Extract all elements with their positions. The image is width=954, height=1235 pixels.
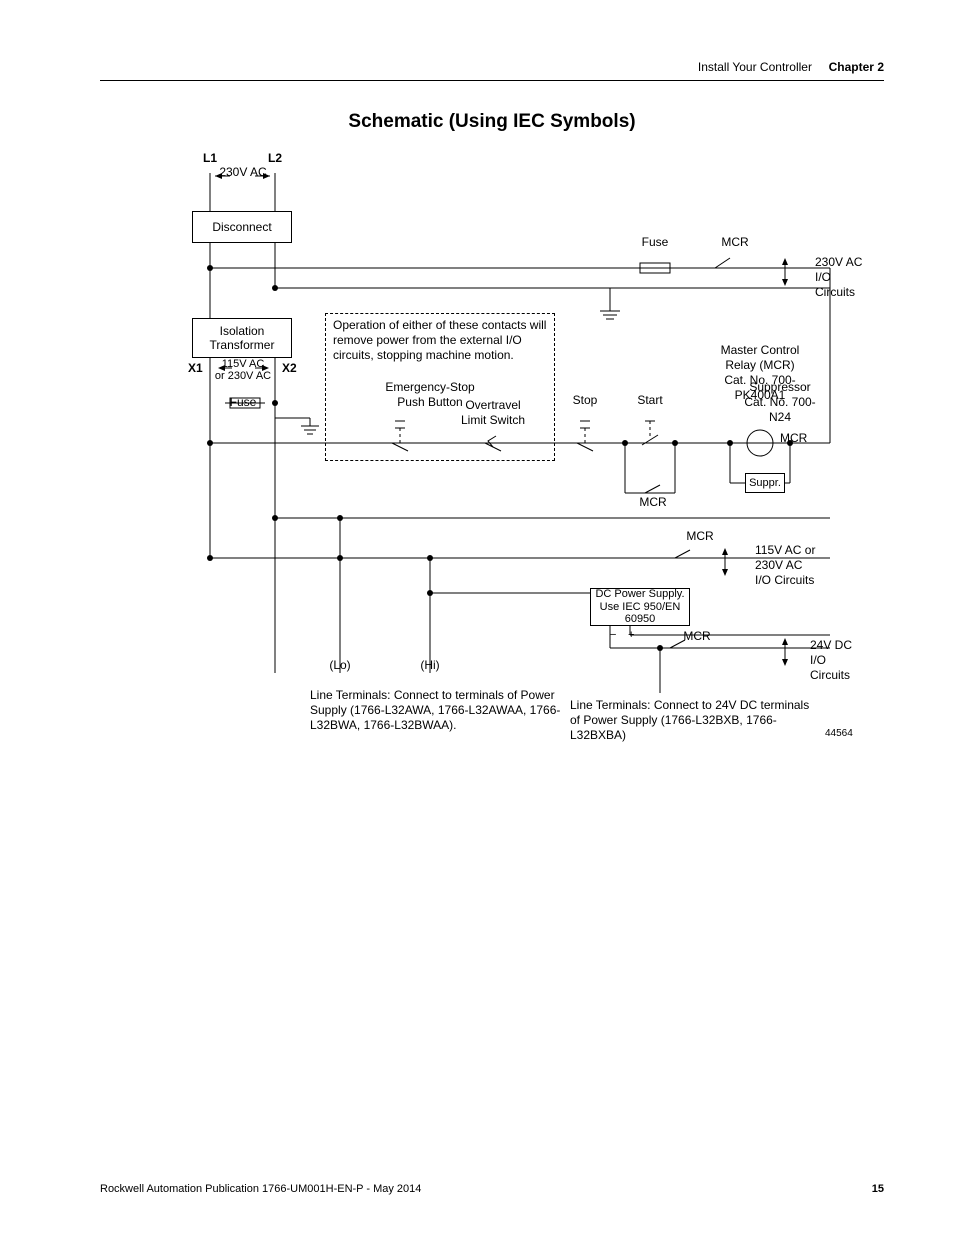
box-suppressor: Suppr. [745,473,785,493]
label-fuse-left: Fuse [230,395,257,410]
page-footer: Rockwell Automation Publication 1766-UM0… [100,1183,884,1195]
box-disconnect: Disconnect [192,211,292,243]
label-mcr-holdin: MCR [639,495,666,510]
label-L1: L1 [203,151,217,166]
publication-info: Rockwell Automation Publication 1766-UM0… [100,1183,421,1195]
label-mcr-row4: MCR [683,629,710,644]
schematic-diagram: L1 L2 230V AC Disconnect Fuse MCR 230V A… [170,143,870,743]
page-number: 15 [872,1183,884,1195]
label-io-24: 24V DC I/O Circuits [810,638,852,683]
label-overtravel: Overtravel Limit Switch [461,398,525,428]
label-line-terms-ac: Line Terminals: Connect to terminals of … [310,688,570,733]
label-line-terms-dc: Line Terminals: Connect to 24V DC termin… [570,698,820,743]
label-io-230: 230V AC I/O Circuits [815,255,862,300]
label-plus: + [628,629,634,643]
label-230v: 230V AC [219,165,266,180]
chapter-label: Chapter 2 [829,60,884,74]
label-X2: X2 [282,361,297,376]
section-title: Install Your Controller [698,60,812,74]
box-iso-transformer: Isolation Transformer [192,318,292,358]
schematic-title: Schematic (Using IEC Symbols) [100,111,884,133]
figure-ref: 44564 [825,728,853,741]
label-fuse-top: Fuse [642,235,669,250]
label-lo: (Lo) [329,658,350,673]
label-hi: (Hi) [420,658,439,673]
label-115v-230v: 115V AC or 230V AC [215,358,271,382]
box-dc-supply: DC Power Supply. Use IEC 950/EN 60950 [590,588,690,626]
label-mcr-row3: MCR [686,529,713,544]
label-mcr-top: MCR [721,235,748,250]
label-start: Start [637,393,662,408]
label-L2: L2 [268,151,282,166]
label-io-115-230: 115V AC or 230V AC I/O Circuits [755,543,815,588]
label-mcr-coil: MCR [780,431,807,446]
page-header: Install Your Controller Chapter 2 [100,60,884,81]
label-stop: Stop [573,393,598,408]
label-X1: X1 [188,361,203,376]
label-minus: − [610,629,616,643]
label-supp-info: Suppressor Cat. No. 700-N24 [735,380,825,425]
note-text: Operation of either of these contacts wi… [333,318,553,363]
